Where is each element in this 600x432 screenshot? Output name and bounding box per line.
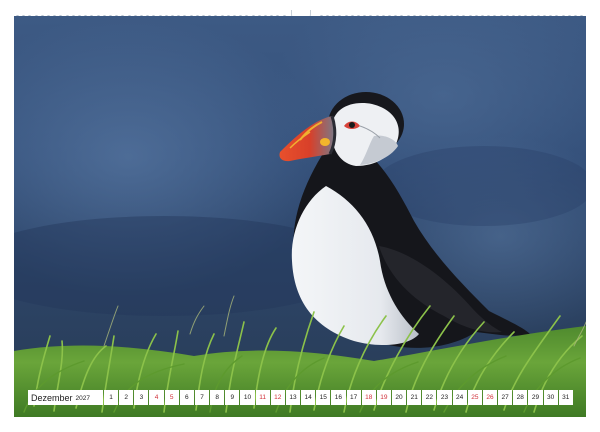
day-cell: 2 [119, 390, 134, 405]
month-label: Dezember 2027 [28, 390, 103, 405]
day-cell: 23 [437, 390, 452, 405]
puffin-photo [14, 16, 586, 417]
day-cell: 16 [331, 390, 346, 405]
day-cell: 25 [467, 390, 482, 405]
day-cell: 8 [210, 390, 225, 405]
day-cell: 5 [164, 390, 179, 405]
day-cell: 18 [361, 390, 376, 405]
day-cell: 11 [255, 390, 270, 405]
day-cell: 28 [513, 390, 528, 405]
month-name: Dezember [31, 392, 73, 403]
day-cell: 31 [558, 390, 573, 405]
calendar-strip: Dezember 2027 1 2 3 4 5 6 7 8 9 10 11 12 13 14 15 16 17 1… [28, 390, 573, 405]
day-cell: 27 [498, 390, 513, 405]
day-cell: 19 [376, 390, 391, 405]
day-cell: 4 [149, 390, 164, 405]
day-cell: 22 [422, 390, 437, 405]
calendar-page: Dezember 2027 1 2 3 4 5 6 7 8 9 10 11 12 13 14 15 16 17 1… [0, 0, 600, 432]
day-cell: 10 [240, 390, 255, 405]
year-label: 2027 [75, 395, 90, 402]
day-cell: 13 [285, 390, 301, 405]
day-cell: 26 [482, 390, 498, 405]
day-cell: 3 [134, 390, 149, 405]
day-cell: 6 [179, 390, 194, 405]
day-cell: 9 [225, 390, 240, 405]
day-cell: 30 [543, 390, 558, 405]
day-cell: 7 [194, 390, 210, 405]
day-cell: 1 [104, 390, 119, 405]
day-cell: 24 [452, 390, 467, 405]
day-cell: 29 [528, 390, 543, 405]
day-cell: 12 [270, 390, 285, 405]
day-cell: 17 [346, 390, 361, 405]
day-cell: 14 [301, 390, 316, 405]
day-cell: 20 [391, 390, 407, 405]
day-cell: 15 [316, 390, 331, 405]
day-cell: 21 [407, 390, 422, 405]
